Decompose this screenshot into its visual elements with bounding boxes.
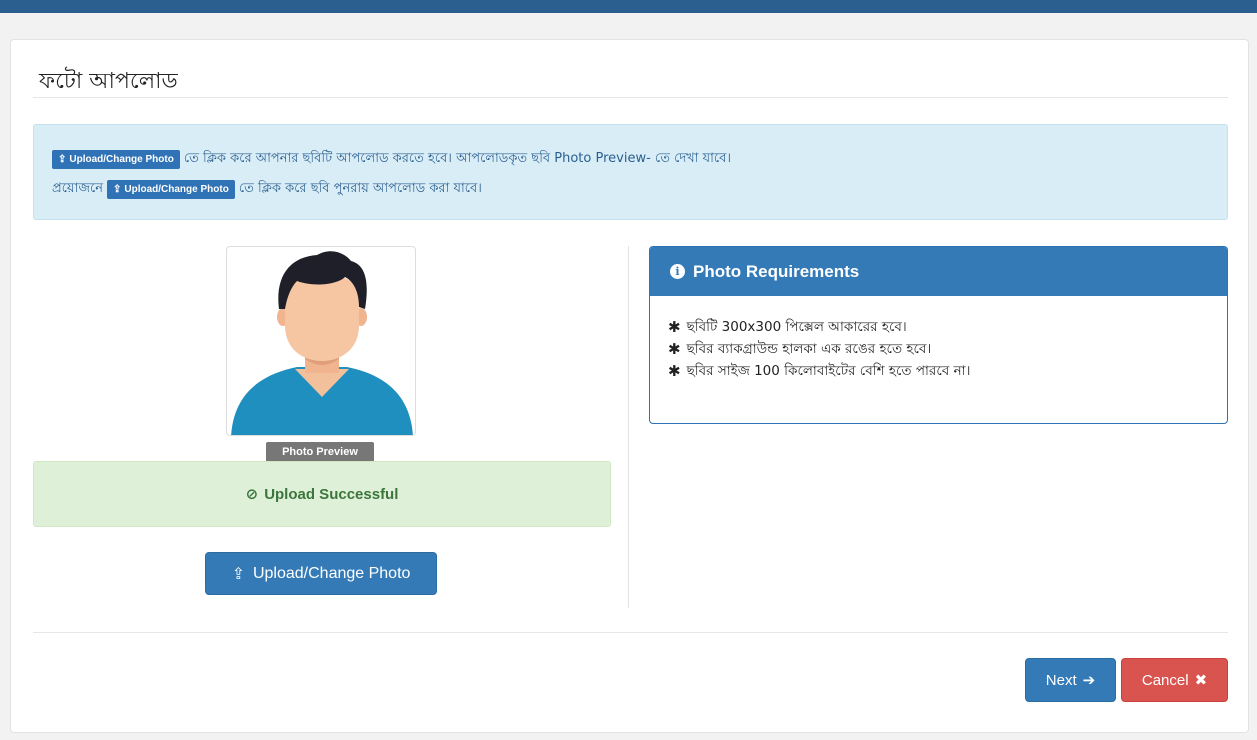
instruction-line-2: প্রয়োজনে ⇪ Upload/Change Photo তে ক্লিক…: [52, 179, 486, 200]
column-divider: [628, 246, 629, 608]
close-icon: ✖: [1194, 672, 1208, 689]
instruction-line-1: ⇪ Upload/Change Photo তে ক্লিক করে আপনার…: [52, 149, 735, 170]
cancel-button[interactable]: Cancel ✖: [1121, 658, 1228, 702]
photo-upload-panel: ফটো আপলোড ⇪ Upload/Change Photo তে ক্লিক…: [10, 39, 1249, 733]
photo-requirements-panel: i Photo Requirements ✱ ছবিটি 300x300 পিক…: [649, 246, 1228, 424]
info-circle-icon: i: [670, 264, 685, 279]
check-circle-icon: ⊘: [245, 486, 259, 503]
photo-preview-image: [226, 246, 416, 436]
instructions-alert: ⇪ Upload/Change Photo তে ক্লিক করে আপনার…: [33, 124, 1228, 220]
requirements-header: i Photo Requirements: [650, 247, 1227, 296]
requirements-list: ✱ ছবিটি 300x300 পিক্সেল আকারের হবে। ✱ ছব…: [650, 296, 1227, 402]
next-button[interactable]: Next ➔: [1025, 658, 1116, 702]
instruction-prefix-2: প্রয়োজনে: [52, 181, 103, 196]
avatar-placeholder-icon: [231, 251, 413, 435]
top-bar: [0, 0, 1257, 13]
instruction-text-1: তে ক্লিক করে আপনার ছবিটি আপলোড করতে হবে।…: [183, 151, 731, 166]
photo-preview-label: Photo Preview: [266, 442, 374, 462]
requirement-item: ✱ ছবিটি 300x300 পিক্সেল আকারের হবে।: [668, 318, 907, 336]
inline-upload-button: ⇪ Upload/Change Photo: [106, 180, 235, 199]
upload-icon: ⇪: [58, 154, 67, 165]
upload-success-alert: ⊘ Upload Successful: [33, 461, 611, 527]
page-title: ফটো আপলোড: [39, 69, 178, 94]
upload-change-photo-button[interactable]: ⇪ Upload/Change Photo: [205, 552, 437, 595]
asterisk-icon: ✱: [668, 340, 681, 358]
asterisk-icon: ✱: [668, 362, 681, 380]
upload-icon: ⇪: [231, 565, 245, 583]
arrow-right-icon: ➔: [1082, 672, 1096, 689]
footer-divider: [33, 632, 1228, 633]
requirement-item: ✱ ছবির সাইজ 100 কিলোবাইটের বেশি হতে পারব…: [668, 362, 971, 380]
asterisk-icon: ✱: [668, 318, 681, 336]
instruction-text-2: তে ক্লিক করে ছবি পুনরায় আপলোড করা যাবে।: [238, 181, 482, 196]
upload-success-text: Upload Successful: [264, 485, 399, 503]
requirements-title: Photo Requirements: [693, 261, 860, 281]
title-divider: [33, 97, 1228, 98]
upload-icon: ⇪: [112, 184, 122, 195]
inline-upload-button: ⇪ Upload/Change Photo: [52, 150, 180, 169]
requirement-item: ✱ ছবির ব্যাকগ্রাউন্ড হালকা এক রঙের হতে হ…: [668, 340, 932, 358]
